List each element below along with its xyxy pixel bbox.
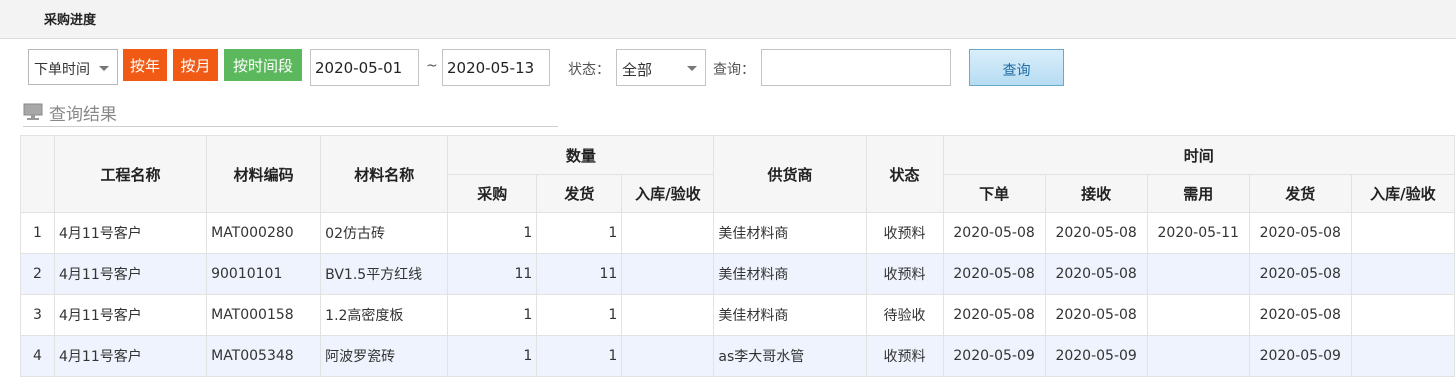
date-separator: ~	[426, 58, 438, 74]
header-accepted[interactable]: 接收	[1044, 174, 1148, 213]
stock-date-cell	[1350, 212, 1456, 254]
query-label: 查询：	[713, 62, 755, 78]
results-title: 查询结果	[49, 105, 117, 125]
name-cell: BV1.5平方红线	[320, 253, 449, 295]
table-row[interactable]: 3 4月11号客户 MAT000158 1.2高密度板 1 1 美佳材料商 待验…	[19, 294, 1456, 336]
ship-date-cell: 2020-05-08	[1248, 212, 1352, 254]
needed-cell: 2020-05-11	[1146, 212, 1250, 254]
received-cell	[621, 294, 715, 336]
project-cell: 4月11号客户	[54, 335, 208, 377]
project-cell: 4月11号客户	[54, 253, 208, 295]
header-ordered[interactable]: 下单	[942, 174, 1046, 213]
ship-date-cell: 2020-05-08	[1248, 253, 1352, 295]
start-date-field[interactable]: 2020-05-01	[310, 49, 419, 86]
row-index: 4	[19, 335, 56, 377]
accepted-cell: 2020-05-08	[1044, 253, 1148, 295]
accepted-cell: 2020-05-08	[1044, 212, 1148, 254]
header-project[interactable]: 工程名称	[54, 135, 208, 213]
purchase-cell: 1	[447, 335, 538, 377]
ship-date-cell: 2020-05-08	[1248, 294, 1352, 336]
received-cell	[621, 253, 715, 295]
ship-date-cell: 2020-05-09	[1248, 335, 1352, 377]
results-header: 查询结果	[23, 99, 558, 127]
received-cell	[621, 335, 715, 377]
header-supplier[interactable]: 供货商	[713, 135, 867, 213]
table-row[interactable]: 1 4月11号客户 MAT000280 02仿古砖 1 1 美佳材料商 收预料 …	[19, 212, 1456, 254]
code-cell: MAT000280	[206, 212, 322, 254]
header-stock-date[interactable]: 入库/验收	[1350, 174, 1456, 213]
code-cell: 90010101	[206, 253, 322, 295]
status-cell: 待验收	[865, 294, 944, 336]
ordered-cell: 2020-05-08	[942, 253, 1046, 295]
status-cell: 收预料	[865, 253, 944, 295]
name-cell: 1.2高密度板	[320, 294, 449, 336]
shipped-cell: 11	[536, 253, 623, 295]
header-shipped[interactable]: 发货	[536, 174, 623, 213]
header-quantity-group: 数量	[447, 135, 715, 175]
table-row[interactable]: 2 4月11号客户 90010101 BV1.5平方红线 11 11 美佳材料商…	[19, 253, 1456, 295]
ordered-cell: 2020-05-08	[942, 294, 1046, 336]
query-input[interactable]	[761, 49, 951, 86]
header-name[interactable]: 材料名称	[320, 135, 449, 213]
shipped-cell: 1	[536, 212, 623, 254]
results-table: 工程名称 材料编码 材料名称 数量 供货商 状态 时间 采购 发货 入库/验收 …	[19, 135, 1456, 377]
ordered-cell: 2020-05-08	[942, 212, 1046, 254]
search-button[interactable]: 查询	[969, 49, 1064, 86]
name-cell: 阿波罗瓷砖	[320, 335, 449, 377]
status-select[interactable]: 全部	[616, 49, 706, 86]
status-select-value: 全部	[622, 61, 653, 79]
supplier-cell: 美佳材料商	[713, 253, 867, 295]
received-cell	[621, 212, 715, 254]
header-status[interactable]: 状态	[865, 135, 944, 213]
monitor-icon	[23, 103, 43, 120]
end-date-field[interactable]: 2020-05-13	[442, 49, 550, 86]
time-type-value: 下单时间	[34, 62, 90, 78]
purchase-cell: 1	[447, 212, 538, 254]
supplier-cell: 美佳材料商	[713, 294, 867, 336]
header-code[interactable]: 材料编码	[206, 135, 322, 213]
supplier-cell: as李大哥水管	[713, 335, 867, 377]
stock-date-cell	[1350, 335, 1456, 377]
row-index: 3	[19, 294, 56, 336]
project-cell: 4月11号客户	[54, 212, 208, 254]
row-index: 2	[19, 253, 56, 295]
page-title: 采购进度	[44, 13, 97, 28]
ordered-cell: 2020-05-09	[942, 335, 1046, 377]
shipped-cell: 1	[536, 294, 623, 336]
chevron-down-icon	[687, 66, 697, 71]
by-month-button[interactable]: 按月	[173, 49, 218, 81]
status-cell: 收预料	[865, 335, 944, 377]
by-year-button[interactable]: 按年	[123, 49, 167, 81]
header-needed[interactable]: 需用	[1146, 174, 1250, 213]
status-label: 状态：	[568, 62, 610, 78]
header-time-group: 时间	[942, 135, 1456, 175]
supplier-cell: 美佳材料商	[713, 212, 867, 254]
purchase-cell: 1	[447, 294, 538, 336]
row-index: 1	[19, 212, 56, 254]
header-ship-date[interactable]: 发货	[1248, 174, 1352, 213]
table-row[interactable]: 4 4月11号客户 MAT005348 阿波罗瓷砖 1 1 as李大哥水管 收预…	[19, 335, 1456, 377]
code-cell: MAT005348	[206, 335, 322, 377]
needed-cell	[1146, 335, 1250, 377]
needed-cell	[1146, 294, 1250, 336]
name-cell: 02仿古砖	[320, 212, 449, 254]
accepted-cell: 2020-05-09	[1044, 335, 1148, 377]
time-type-select[interactable]: 下单时间	[28, 49, 118, 85]
shipped-cell: 1	[536, 335, 623, 377]
purchase-cell: 11	[447, 253, 538, 295]
code-cell: MAT000158	[206, 294, 322, 336]
header-purchase[interactable]: 采购	[447, 174, 538, 213]
project-cell: 4月11号客户	[54, 294, 208, 336]
needed-cell	[1146, 253, 1250, 295]
stock-date-cell	[1350, 294, 1456, 336]
chevron-down-icon	[99, 66, 109, 71]
header-index	[19, 135, 56, 213]
status-cell: 收预料	[865, 212, 944, 254]
title-bar: 采购进度	[0, 0, 1456, 39]
by-range-button[interactable]: 按时间段	[224, 49, 302, 81]
header-received[interactable]: 入库/验收	[621, 174, 715, 213]
accepted-cell: 2020-05-08	[1044, 294, 1148, 336]
stock-date-cell	[1350, 253, 1456, 295]
